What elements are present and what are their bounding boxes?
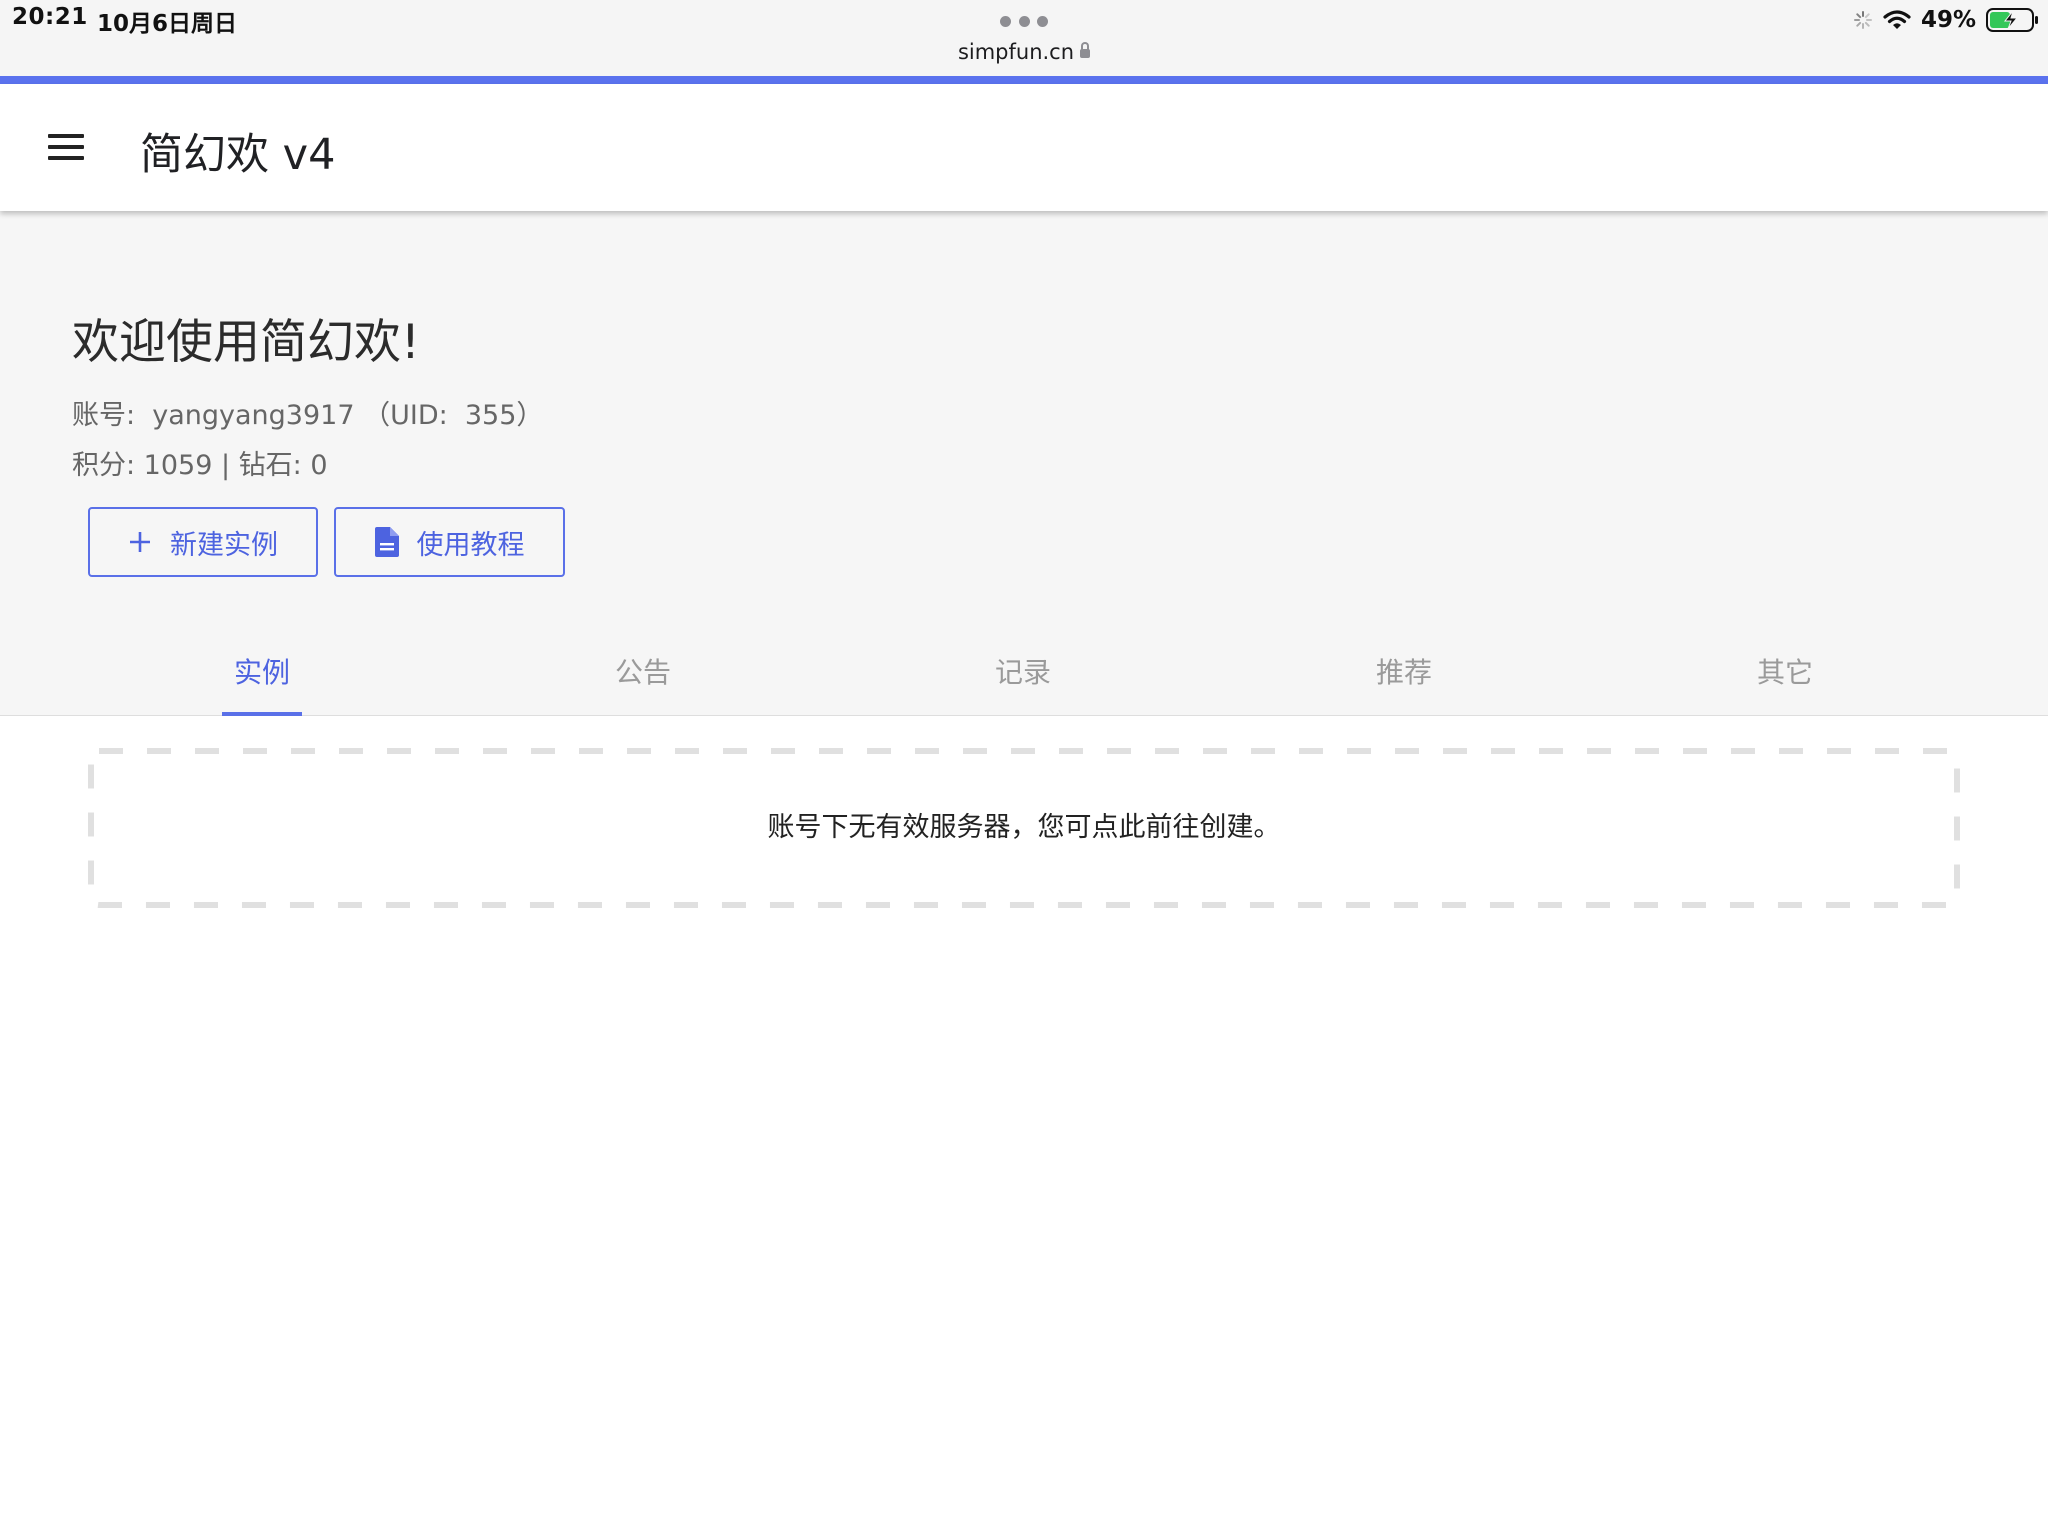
tab-records[interactable]: 记录 <box>923 631 1123 715</box>
loading-progress-bar <box>0 76 2048 84</box>
tab-instances[interactable]: 实例 <box>162 631 362 715</box>
tutorial-button[interactable]: 使用教程 <box>334 507 565 577</box>
battery-percent: 49% <box>1920 7 1976 33</box>
app-title: 简幻欢 v4 <box>140 130 336 180</box>
browser-more-icon[interactable] <box>1000 16 1048 30</box>
status-bar: 20:21 10月6日周日 simpfun.cn 49% <box>0 0 2048 76</box>
empty-state-box[interactable]: 账号下无有效服务器，您可点此前往创建。 <box>88 748 1960 908</box>
new-instance-button[interactable]: 新建实例 <box>88 507 318 577</box>
document-icon <box>374 527 399 557</box>
plus-icon <box>130 532 150 552</box>
tab-recommend[interactable]: 推荐 <box>1304 631 1504 715</box>
empty-state-message[interactable]: 账号下无有效服务器，您可点此前往创建。 <box>88 748 1960 908</box>
battery-icon <box>1986 8 2038 32</box>
account-info: 账号: yangyang3917 （UID: 355） <box>72 400 544 431</box>
active-tab-indicator <box>222 712 302 716</box>
app-bar: 简幻欢 v4 <box>0 84 2048 211</box>
tab-other[interactable]: 其它 <box>1685 631 1885 715</box>
wifi-icon <box>1883 10 1911 29</box>
url-text: simpfun.cn <box>957 40 1075 64</box>
welcome-title: 欢迎使用简幻欢! <box>72 315 420 370</box>
tutorial-label: 使用教程 <box>416 529 525 561</box>
header-section: 欢迎使用简幻欢! 账号: yangyang3917 （UID: 355） 积分:… <box>0 211 2048 716</box>
new-instance-label: 新建实例 <box>170 529 278 561</box>
status-indicators: 49% <box>1853 4 2040 36</box>
status-date: 10月6日周日 <box>97 11 238 37</box>
lock-icon <box>1080 42 1091 58</box>
loading-icon <box>1853 11 1872 29</box>
points-info: 积分: 1059 | 钻石: 0 <box>72 450 328 481</box>
tab-announcements[interactable]: 公告 <box>543 631 743 715</box>
menu-icon[interactable] <box>48 134 84 160</box>
address-bar[interactable]: simpfun.cn <box>0 40 2048 64</box>
status-time: 20:21 <box>12 4 88 30</box>
tab-bar: 实例 公告 记录 推荐 其它 <box>0 631 2048 716</box>
